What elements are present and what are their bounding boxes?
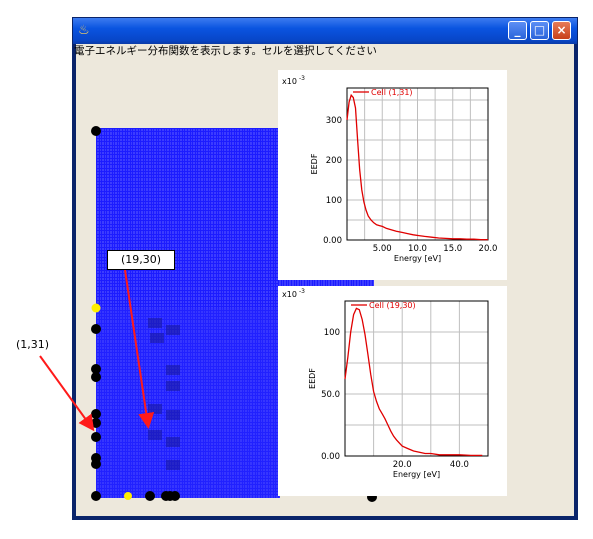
arrow-to-cell-1-31 xyxy=(39,355,95,432)
arrow-to-cell-19-30 xyxy=(124,269,155,429)
electrode-marker xyxy=(91,126,101,136)
y-axis-label: EEDF xyxy=(310,153,319,174)
legend-label: Cell (1,31) xyxy=(371,88,413,97)
y-axis-label: EEDF xyxy=(308,368,317,389)
source-marker xyxy=(124,492,132,500)
x-axis-label: Energy [eV] xyxy=(394,254,441,263)
exponent-label: x10 xyxy=(282,290,297,299)
x-axis-label: Energy [eV] xyxy=(393,470,440,479)
exponent-value: -3 xyxy=(299,288,305,295)
electrode-marker xyxy=(91,459,101,469)
x-tick-label: 20.0 xyxy=(393,460,412,470)
electrode-marker xyxy=(91,432,101,442)
eedf-chart-cell-1-31: 0.00 100 200 300 5.00 10.0 15.0 20.0 Energy [eV]… xyxy=(278,70,507,280)
callout-cell-19-30: (19,30) xyxy=(107,250,175,270)
y-tick-label: 300 xyxy=(326,116,342,126)
callout-cell-1-31: (1,31) xyxy=(16,338,50,351)
eedf-chart-cell-19-30: 0.00 50.0 100 20.0 40.0 Energy [eV] EEDF x10 -3 C… xyxy=(278,286,507,496)
y-tick-label: 50.0 xyxy=(321,390,340,400)
electrode-marker xyxy=(170,491,180,501)
x-tick-label: 15.0 xyxy=(443,244,462,254)
electrode-marker xyxy=(91,418,101,428)
y-tick-label: 100 xyxy=(326,196,342,206)
x-tick-label: 10.0 xyxy=(408,244,427,254)
electrode-marker xyxy=(91,409,101,419)
eedf-curve xyxy=(344,307,483,457)
exponent-label: x10 xyxy=(282,77,297,86)
y-tick-label: 0.00 xyxy=(321,452,340,462)
electrode-marker xyxy=(91,491,101,501)
exponent-value: -3 xyxy=(299,75,305,82)
y-tick-label: 100 xyxy=(324,328,340,338)
electrode-marker xyxy=(91,372,101,382)
x-tick-label: 20.0 xyxy=(479,244,498,254)
source-marker xyxy=(91,303,101,313)
x-tick-label: 5.00 xyxy=(373,244,392,254)
electrode-marker xyxy=(91,324,101,334)
chart-plot-frame xyxy=(344,300,489,457)
y-tick-label: 0.00 xyxy=(323,236,342,246)
x-tick-label: 40.0 xyxy=(450,460,469,470)
electrode-marker xyxy=(145,491,155,501)
y-tick-label: 200 xyxy=(326,156,342,166)
legend-label: Cell (19,30) xyxy=(369,301,416,310)
